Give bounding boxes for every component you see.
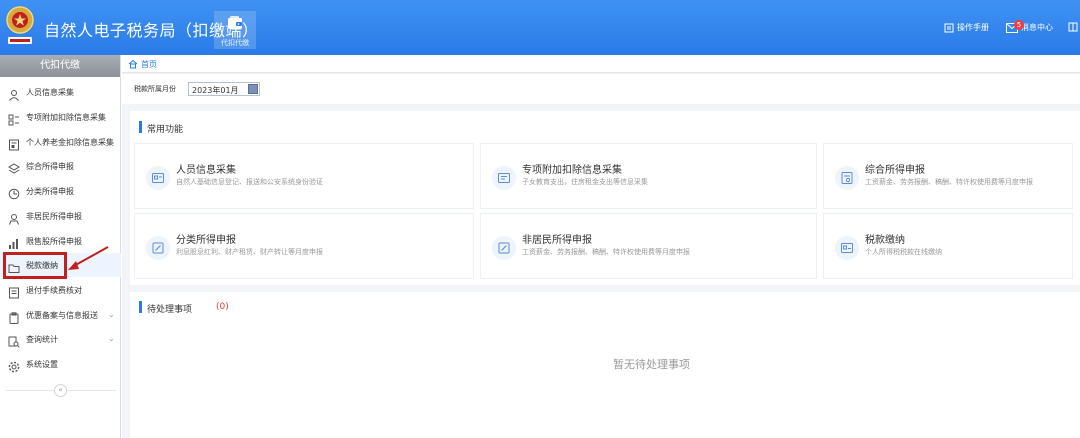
main-content: 首页 税款所属月份 2023年01月 常用功能 待处理事项 (0) 暂无待处理事…: [122, 55, 1080, 438]
manual-icon: [944, 23, 954, 32]
function-card-title: 非居民所得申报: [522, 235, 592, 246]
tax-month-picker[interactable]: 2023年01月: [188, 82, 260, 96]
more-link[interactable]: [1068, 22, 1078, 32]
building-icon: [1068, 22, 1078, 32]
function-card[interactable]: 人员信息采集自然人基础信息登记、报送和公安系统身份验证: [134, 143, 474, 209]
sidebar-item-5[interactable]: 非居民所得申报: [0, 204, 121, 228]
function-card[interactable]: 税款缴纳个人所得税税款在线缴纳: [823, 213, 1073, 279]
chevron-down-icon: ⌄: [108, 334, 115, 343]
manual-link[interactable]: 操作手册: [944, 22, 989, 33]
gear-icon: [8, 358, 20, 373]
payment-card-icon: [835, 236, 859, 260]
sidebar-item-label: 综合所得申报: [26, 162, 74, 171]
function-card-desc: 工资薪金、劳务报酬、稿酬、特许权使用费等月度申报: [865, 178, 1033, 186]
person-outline-icon: [8, 210, 20, 225]
todo-panel: 待处理事项 (0) 暂无待处理事项: [130, 292, 1080, 438]
search-doc-icon: [8, 333, 20, 348]
red-arrow-annotation: [68, 246, 109, 270]
todo-count: (0): [216, 302, 229, 312]
calendar-button[interactable]: [248, 84, 258, 94]
function-card-desc: 个人所得税税款在线缴纳: [865, 248, 942, 256]
filter-bar: 税款所属月份 2023年01月: [122, 74, 1080, 104]
sidebar-item-label: 个人养老金扣除信息采集: [26, 138, 114, 147]
sidebar-item-1[interactable]: 专项附加扣除信息采集: [0, 105, 121, 129]
person-icon: [8, 86, 20, 101]
breadcrumb: 首页: [122, 55, 1080, 73]
sidebar-item-label: 系统设置: [26, 360, 58, 369]
top-header: 自然人电子税务局（扣缴端） 代扣代缴 操作手册 消息中心 5: [0, 0, 1080, 55]
grid-list-icon: [8, 111, 20, 126]
sidebar-item-11[interactable]: 系统设置: [0, 352, 121, 376]
sidebar-item-2[interactable]: 个人养老金扣除信息采集: [0, 130, 121, 154]
function-card[interactable]: 分类所得申报利息股息红利、财产租赁、财产转让等月度申报: [134, 213, 474, 279]
sidebar-collapse-button[interactable]: «: [54, 384, 67, 397]
manual-label: 操作手册: [957, 23, 989, 32]
function-card-desc: 子女教育支出，住房租金支出等信息采集: [522, 178, 648, 186]
function-card-title: 人员信息采集: [176, 165, 236, 176]
sidebar-item-10[interactable]: 查询统计 ⌄: [0, 327, 121, 351]
highlight-box: [3, 252, 67, 279]
sidebar-item-3[interactable]: 综合所得申报: [0, 154, 121, 178]
tax-month-value: 2023年01月: [192, 86, 239, 95]
function-card-title: 分类所得申报: [176, 235, 236, 246]
sidebar-item-label: 优惠备案与信息报送: [26, 311, 98, 320]
module-tab-withholding[interactable]: 代扣代缴: [214, 11, 256, 49]
function-card-desc: 自然人基础信息登记、报送和公安系统身份验证: [176, 178, 323, 186]
sidebar-title: 代扣代缴: [0, 55, 120, 77]
sidebar-item-0[interactable]: 人员信息采集: [0, 80, 121, 104]
sidebar-item-4[interactable]: 分类所得申报: [0, 179, 121, 203]
section-title-bar: [139, 121, 142, 133]
todo-title: 待处理事项: [147, 305, 193, 315]
sidebar-item-label: 分类所得申报: [26, 187, 74, 196]
todo-title-bar: [139, 301, 142, 313]
clipboard-icon: [8, 309, 20, 324]
edit-icon: [492, 236, 516, 260]
deduction-form-icon: [492, 166, 516, 190]
breadcrumb-home[interactable]: 首页: [141, 59, 157, 70]
function-card-title: 专项附加扣除信息采集: [522, 165, 622, 176]
module-tab-label: 代扣代缴: [221, 39, 249, 47]
bar-chart-icon: [8, 235, 20, 249]
tax-month-label: 税款所属月份: [134, 85, 176, 93]
function-card[interactable]: 非居民所得申报工资薪金、劳务报酬、稿酬、特许权使用费等月度申报: [480, 213, 817, 279]
tax-emblem-logo: [4, 4, 36, 48]
sidebar-item-label: 退付手续费核对: [26, 286, 82, 295]
sidebar-item-8[interactable]: 退付手续费核对: [0, 278, 121, 302]
sidebar-item-label: 专项附加扣除信息采集: [26, 113, 106, 122]
function-card[interactable]: 综合所得申报工资薪金、劳务报酬、稿酬、特许权使用费等月度申报: [823, 143, 1073, 209]
function-card-desc: 利息股息红利、财产租赁、财产转让等月度申报: [176, 248, 323, 256]
sidebar-item-label: 查询统计: [26, 335, 58, 344]
function-card-title: 税款缴纳: [865, 235, 905, 246]
comprehensive-report-icon: [835, 166, 859, 190]
home-icon: [128, 59, 138, 69]
pension-card-icon: [8, 136, 20, 151]
function-card-title: 综合所得申报: [865, 165, 925, 176]
todo-empty-text: 暂无待处理事项: [613, 358, 690, 371]
sidebar-item-label: 人员信息采集: [26, 88, 74, 97]
edit-icon: [146, 236, 170, 260]
function-card-desc: 工资薪金、劳务报酬、稿酬、特许权使用费等月度申报: [522, 248, 690, 256]
message-count-badge: 5: [1014, 20, 1024, 30]
common-functions-title: 常用功能: [147, 125, 184, 135]
chevron-down-icon: ⌄: [108, 310, 115, 319]
document-icon: [8, 284, 20, 299]
function-card[interactable]: 专项附加扣除信息采集子女教育支出，住房租金支出等信息采集: [480, 143, 817, 209]
wallet-icon: [227, 15, 243, 35]
sidebar-item-9[interactable]: 优惠备案与信息报送 ⌄: [0, 303, 121, 327]
sidebar-item-label: 非居民所得申报: [26, 212, 82, 221]
layers-icon: [8, 160, 20, 174]
id-card-icon: [146, 166, 170, 190]
pie-clock-icon: [8, 185, 20, 200]
message-center-label: 消息中心: [1021, 23, 1053, 32]
